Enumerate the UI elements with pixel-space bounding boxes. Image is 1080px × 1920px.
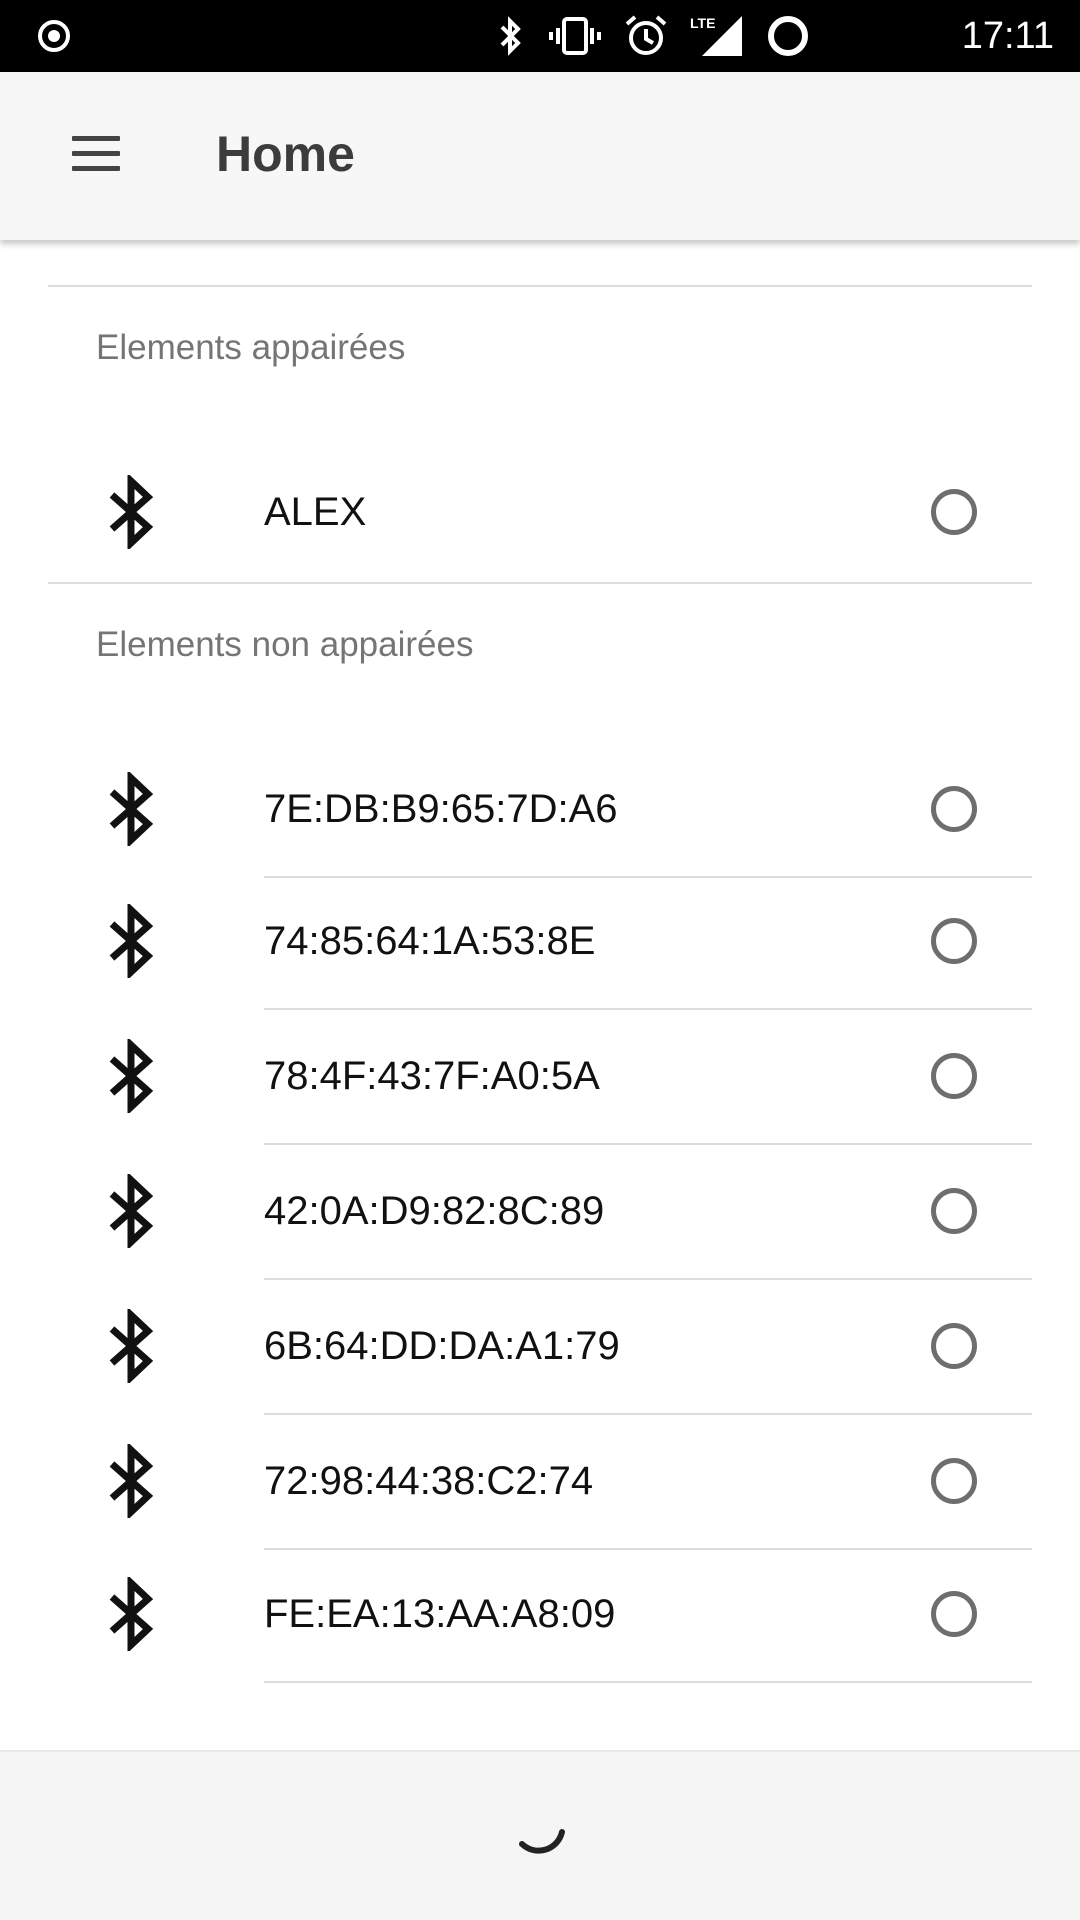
row-divider <box>264 1681 1032 1683</box>
bluetooth-icon <box>109 1309 154 1383</box>
device-radio-button[interactable] <box>931 918 977 964</box>
divider <box>48 582 1032 584</box>
device-name: ALEX <box>264 490 367 534</box>
device-name: 74:85:64:1A:53:8E <box>264 919 596 963</box>
device-name: 72:98:44:38:C2:74 <box>264 1459 594 1503</box>
status-time: 17:11 <box>961 15 1054 57</box>
device-row[interactable]: 78:4F:43:7F:A0:5A <box>0 1009 1080 1143</box>
divider <box>48 285 1032 287</box>
device-radio-button[interactable] <box>931 1188 977 1234</box>
alarm-icon <box>625 15 667 55</box>
device-row[interactable]: 42:0A:D9:82:8C:89 <box>0 1144 1080 1278</box>
bluetooth-icon <box>109 1039 154 1113</box>
battery-ring-icon <box>768 16 808 56</box>
device-row[interactable]: 6B:64:DD:DA:A1:79 <box>0 1279 1080 1413</box>
bluetooth-icon <box>500 16 521 56</box>
device-row[interactable]: ALEX <box>0 445 1080 579</box>
device-name: 42:0A:D9:82:8C:89 <box>264 1189 605 1233</box>
loading-area <box>0 1750 1080 1920</box>
bluetooth-icon <box>109 772 154 846</box>
device-list: Elements appairées ALEX Elements non app… <box>0 240 1080 1750</box>
device-radio-button[interactable] <box>931 786 977 832</box>
device-row[interactable]: 72:98:44:38:C2:74 <box>0 1414 1080 1548</box>
device-radio-button[interactable] <box>931 489 977 535</box>
svg-text:LTE: LTE <box>690 15 715 31</box>
bluetooth-icon <box>109 1174 154 1248</box>
unpaired-section-header: Elements non appairées <box>96 625 474 664</box>
device-radio-button[interactable] <box>931 1053 977 1099</box>
status-bar: LTE 17:11 <box>0 0 1080 72</box>
paired-section-header: Elements appairées <box>96 328 406 367</box>
device-radio-button[interactable] <box>931 1323 977 1369</box>
lte-signal-icon: LTE <box>690 15 742 56</box>
device-row[interactable]: 74:85:64:1A:53:8E <box>0 874 1080 1008</box>
bluetooth-icon <box>109 475 154 549</box>
hamburger-menu-icon[interactable] <box>64 132 128 182</box>
device-row[interactable]: FE:EA:13:AA:A8:09 <box>0 1547 1080 1681</box>
bluetooth-icon <box>109 904 154 978</box>
device-name: FE:EA:13:AA:A8:09 <box>264 1592 616 1636</box>
device-name: 6B:64:DD:DA:A1:79 <box>264 1324 620 1368</box>
app-bar: Home <box>0 72 1080 240</box>
device-name: 78:4F:43:7F:A0:5A <box>264 1054 600 1098</box>
device-radio-button[interactable] <box>931 1591 977 1637</box>
bluetooth-icon <box>109 1577 154 1651</box>
page-title: Home <box>216 126 355 182</box>
device-name: 7E:DB:B9:65:7D:A6 <box>264 787 618 831</box>
vibrate-icon <box>549 17 601 55</box>
device-row[interactable]: 7E:DB:B9:65:7D:A6 <box>0 742 1080 876</box>
loading-spinner-icon <box>519 1829 565 1854</box>
device-radio-button[interactable] <box>931 1458 977 1504</box>
cast-recording-icon <box>38 20 70 52</box>
bluetooth-icon <box>109 1444 154 1518</box>
status-icons: LTE <box>474 14 810 58</box>
